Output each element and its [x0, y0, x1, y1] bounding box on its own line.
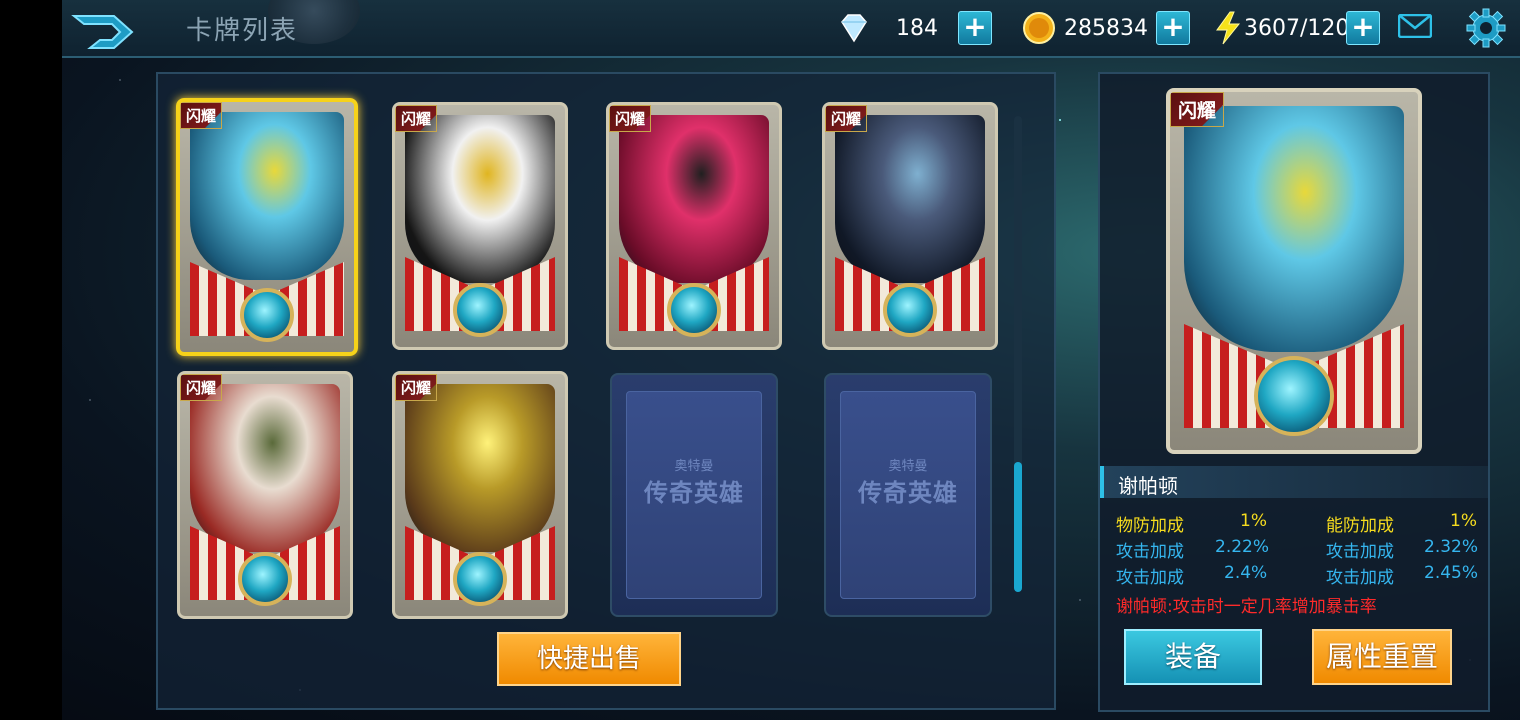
card-slot[interactable]: 闪耀	[392, 371, 568, 619]
stat-value: 2.22%	[1215, 537, 1270, 557]
card-art	[405, 115, 555, 283]
card-art	[405, 384, 555, 552]
empty-slot-logo-top: 奥特曼	[888, 459, 928, 474]
card-rarity-badge: 闪耀	[1170, 92, 1225, 127]
gold-value: 285834	[1064, 15, 1148, 41]
diamond-counter: 184	[836, 8, 938, 48]
empty-slot-logo: 传奇英雄	[858, 479, 958, 507]
stat-label: 能防加成	[1326, 516, 1394, 536]
card-art	[190, 112, 344, 280]
empty-slot-logo: 传奇英雄	[644, 479, 744, 507]
gold-counter: 285834	[1022, 8, 1148, 48]
add-diamond-button[interactable]: +	[958, 11, 992, 45]
stat-value: 1%	[1240, 511, 1267, 531]
card-rarity-badge: 闪耀	[395, 374, 438, 401]
diamond-value: 184	[896, 15, 938, 41]
stat-label: 攻击加成	[1326, 542, 1394, 562]
stat-label: 攻击加成	[1116, 542, 1184, 562]
screen-edge	[0, 0, 62, 720]
equip-button[interactable]: 装备	[1124, 629, 1262, 685]
card-gem-icon	[238, 552, 292, 606]
mail-icon[interactable]	[1398, 14, 1432, 38]
quick-sell-button[interactable]: 快捷出售	[497, 632, 681, 686]
stat-label: 攻击加成	[1326, 568, 1394, 588]
back-icon[interactable]	[70, 12, 136, 52]
card-rarity-badge: 闪耀	[825, 105, 868, 132]
card-art	[835, 115, 985, 283]
card-slot[interactable]: 闪耀	[176, 98, 358, 356]
card-name-bar: 谢帕顿	[1100, 466, 1488, 498]
card-art	[190, 384, 340, 552]
card-slot[interactable]: 闪耀	[822, 102, 998, 350]
stat-value: 2.4%	[1224, 563, 1268, 583]
card-rarity-badge: 闪耀	[395, 105, 438, 132]
card-rarity-badge: 闪耀	[180, 374, 223, 401]
stat-value: 2.45%	[1424, 563, 1479, 583]
empty-card-slot[interactable]: 奥特曼 传奇英雄	[824, 373, 992, 617]
card-gem-icon	[453, 283, 507, 337]
scrollbar-thumb[interactable]	[1014, 462, 1022, 592]
card-name: 谢帕顿	[1118, 474, 1178, 498]
card-list-scrollbar[interactable]	[1014, 116, 1022, 592]
page-title: 卡牌列表	[186, 16, 299, 46]
card-art	[1184, 106, 1404, 352]
stat-value: 1%	[1450, 511, 1477, 531]
card-gem-icon	[1254, 356, 1334, 436]
energy-counter: 3607/120	[1214, 8, 1349, 48]
card-rarity-badge: 闪耀	[609, 105, 652, 132]
card-gem-icon	[240, 288, 294, 342]
stat-value: 2.32%	[1424, 537, 1479, 557]
card-art	[619, 115, 769, 283]
lightning-icon	[1216, 11, 1241, 45]
card-slot[interactable]: 闪耀	[392, 102, 568, 350]
add-energy-button[interactable]: +	[1346, 11, 1380, 45]
add-gold-button[interactable]: +	[1156, 11, 1190, 45]
stat-label: 物防加成	[1116, 516, 1184, 536]
skill-description: 谢帕顿:攻击时一定几率增加暴击率	[1116, 597, 1377, 617]
empty-card-slot[interactable]: 奥特曼 传奇英雄	[610, 373, 778, 617]
card-slot[interactable]: 闪耀	[606, 102, 782, 350]
gold-coin-icon	[1023, 12, 1055, 44]
card-slot[interactable]: 闪耀	[177, 371, 353, 619]
diamond-icon	[841, 14, 867, 43]
empty-slot-logo-top: 奥特曼	[674, 459, 714, 474]
card-gem-icon	[667, 283, 721, 337]
settings-gear-icon[interactable]	[1466, 8, 1506, 48]
card-gem-icon	[883, 283, 937, 337]
card-gem-icon	[453, 552, 507, 606]
selected-card-preview: 闪耀	[1166, 88, 1422, 454]
reset-attributes-button[interactable]: 属性重置	[1312, 629, 1452, 685]
card-rarity-badge: 闪耀	[180, 102, 223, 129]
energy-value: 3607/120	[1244, 15, 1350, 41]
stat-label: 攻击加成	[1116, 568, 1184, 588]
